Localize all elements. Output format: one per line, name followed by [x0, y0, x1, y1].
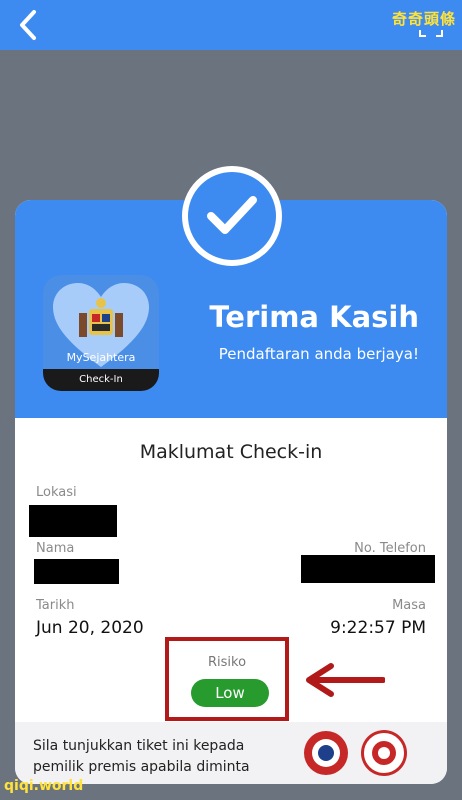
time-label: Masa: [392, 598, 426, 613]
app-name: MySejahtera: [66, 351, 136, 364]
risk-status-badge: Low: [191, 679, 269, 707]
checkmark-icon: [207, 196, 257, 234]
name-label: Nama: [36, 541, 75, 556]
footer-instruction: Sila tunjukkan tiket ini kepada pemilik …: [33, 738, 250, 775]
watermark-bottom: qiqi.world: [4, 778, 84, 794]
back-button[interactable]: [14, 8, 44, 42]
phone-label: No. Telefon: [354, 541, 426, 556]
thanks-title: Terima Kasih: [209, 300, 419, 334]
checkin-card: MySejahtera Check-In Terima Kasih Pendaf…: [15, 200, 447, 784]
app-header: 奇奇頭條: [0, 0, 462, 50]
location-value-redacted: [29, 505, 117, 537]
name-value-redacted: [34, 559, 119, 584]
kkm-seal-icon: [361, 730, 407, 776]
risk-highlight-frame: Risiko Low: [165, 637, 289, 721]
risk-label: Risiko: [207, 655, 247, 670]
app-badge: Check-In: [43, 369, 159, 391]
location-label: Lokasi: [36, 485, 77, 500]
time-value: 9:22:57 PM: [330, 618, 426, 638]
thanks-subtitle: Pendaftaran anda berjaya!: [218, 345, 419, 363]
app-logo: MySejahtera Check-In: [43, 275, 159, 391]
section-title: Maklumat Check-in: [139, 441, 323, 463]
date-value: Jun 20, 2020: [36, 618, 144, 638]
date-label: Tarikh: [36, 598, 75, 613]
phone-value-redacted: [301, 555, 435, 583]
success-check-badge: [182, 166, 282, 266]
chevron-left-icon: [20, 10, 36, 40]
watermark-top: 奇奇頭條: [391, 10, 456, 28]
card-footer: Sila tunjukkan tiket ini kepada pemilik …: [15, 722, 447, 784]
red-arrow-icon: [306, 663, 385, 697]
mkn-seal-icon: [304, 731, 348, 775]
